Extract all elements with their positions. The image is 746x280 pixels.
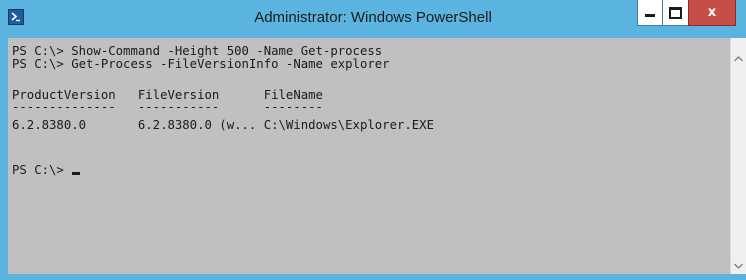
minimize-button[interactable] xyxy=(637,0,663,26)
text-cursor xyxy=(72,172,81,175)
maximize-button[interactable] xyxy=(662,0,689,26)
window-title: Administrator: Windows PowerShell xyxy=(254,9,492,26)
console-line: 6.2.8380.0 6.2.8380.0 (w... C:\Windows\E… xyxy=(12,118,434,132)
console-output[interactable]: PS C:\> Show-Command -Height 500 -Name G… xyxy=(8,38,730,274)
console-line: PS C:\> Show-Command -Height 500 -Name G… xyxy=(12,44,383,58)
minimize-icon xyxy=(645,14,655,17)
maximize-icon xyxy=(669,6,682,19)
vertical-scrollbar[interactable] xyxy=(730,38,746,274)
prompt-text: PS C:\> xyxy=(12,163,72,177)
chevron-down-icon[interactable] xyxy=(731,258,746,274)
close-button[interactable]: x xyxy=(688,0,736,26)
powershell-window: Administrator: Windows PowerShell x PS C… xyxy=(0,0,746,280)
chevron-up-icon[interactable] xyxy=(731,51,746,67)
title-bar[interactable]: Administrator: Windows PowerShell x xyxy=(0,0,746,38)
close-icon: x xyxy=(707,5,717,20)
console-line: PS C:\> Get-Process -FileVersionInfo -Na… xyxy=(12,57,390,71)
console-line: -------------- ----------- -------- xyxy=(12,100,323,114)
prompt-line[interactable]: PS C:\> xyxy=(12,163,81,177)
window-bottom-border[interactable] xyxy=(0,274,746,280)
